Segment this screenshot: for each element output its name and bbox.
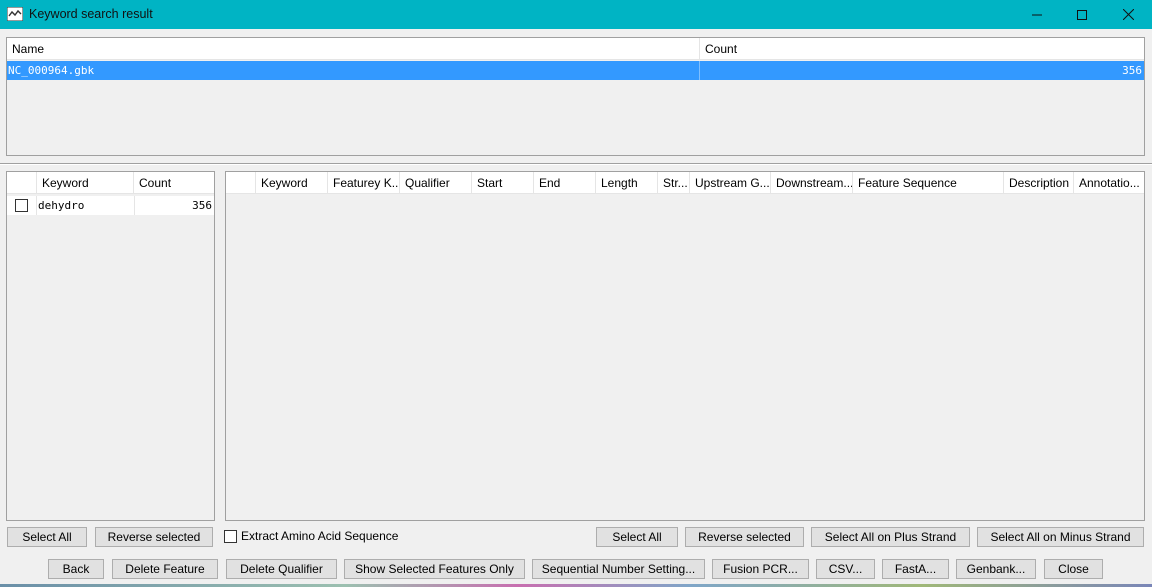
column-header-end[interactable]: End (534, 172, 596, 194)
keyword-count-cell: 356 (192, 199, 212, 212)
column-header-start[interactable]: Start (472, 172, 534, 194)
delete-feature-button[interactable]: Delete Feature (112, 559, 218, 579)
column-header-count[interactable]: Count (700, 38, 1144, 60)
delete-qualifier-button[interactable]: Delete Qualifier (226, 559, 337, 579)
minimize-button[interactable] (1014, 0, 1060, 29)
column-header-strand[interactable]: Str... (658, 172, 690, 194)
column-header-feature-sequence[interactable]: Feature Sequence (853, 172, 1004, 194)
column-header-length[interactable]: Length (596, 172, 658, 194)
extract-amino-label: Extract Amino Acid Sequence (241, 529, 399, 543)
column-header-annotation[interactable]: Annotatio... (1074, 172, 1144, 194)
file-name-cell: NC_000964.gbk (8, 64, 95, 77)
column-header-check[interactable] (226, 172, 256, 194)
files-table: Name Count NC_000964.gbk 356 (6, 37, 1145, 156)
show-selected-features-button[interactable]: Show Selected Features Only (344, 559, 525, 579)
select-all-keywords-button[interactable]: Select All (7, 527, 87, 547)
column-divider (36, 196, 37, 215)
column-header-name[interactable]: Name (7, 38, 700, 60)
minimize-icon (1032, 10, 1042, 20)
column-header-keyword[interactable]: Keyword (256, 172, 328, 194)
files-table-header: Name Count (7, 38, 1144, 60)
maximize-button[interactable] (1059, 0, 1105, 29)
csv-button[interactable]: CSV... (816, 559, 875, 579)
app-logo-icon (6, 6, 24, 22)
keyword-table-header: Keyword Count (7, 172, 214, 194)
reverse-selected-features-button[interactable]: Reverse selected (685, 527, 804, 547)
column-header-upstream[interactable]: Upstream G... (690, 172, 771, 194)
back-button[interactable]: Back (48, 559, 104, 579)
title-bar: Keyword search result (0, 0, 1152, 29)
feature-table: Keyword Featurey K... Qualifier Start En… (225, 171, 1145, 521)
window-title: Keyword search result (29, 7, 153, 21)
fusion-pcr-button[interactable]: Fusion PCR... (712, 559, 809, 579)
select-all-plus-strand-button[interactable]: Select All on Plus Strand (811, 527, 970, 547)
file-count-cell: 356 (1122, 64, 1142, 77)
column-header-downstream[interactable]: Downstream... (771, 172, 853, 194)
close-button[interactable]: Close (1044, 559, 1103, 579)
close-icon (1122, 9, 1134, 20)
select-all-minus-strand-button[interactable]: Select All on Minus Strand (977, 527, 1144, 547)
reverse-selected-keywords-button[interactable]: Reverse selected (95, 527, 213, 547)
genbank-button[interactable]: Genbank... (956, 559, 1036, 579)
close-window-button[interactable] (1105, 0, 1151, 29)
table-row[interactable]: dehydro 356 (7, 196, 214, 215)
column-header-feature-key[interactable]: Featurey K... (328, 172, 400, 194)
column-header-count[interactable]: Count (134, 172, 214, 194)
sequential-number-setting-button[interactable]: Sequential Number Setting... (532, 559, 705, 579)
column-header-description[interactable]: Description (1004, 172, 1074, 194)
column-header-check[interactable] (7, 172, 37, 194)
select-all-features-button[interactable]: Select All (596, 527, 678, 547)
fasta-button[interactable]: FastA... (882, 559, 949, 579)
keyword-cell: dehydro (38, 199, 85, 212)
column-header-keyword[interactable]: Keyword (37, 172, 134, 194)
feature-table-header: Keyword Featurey K... Qualifier Start En… (226, 172, 1144, 194)
splitter[interactable] (0, 163, 1152, 165)
maximize-icon (1077, 9, 1087, 20)
column-header-qualifier[interactable]: Qualifier (400, 172, 472, 194)
table-row[interactable]: NC_000964.gbk 356 (7, 61, 1144, 80)
keyword-checkbox[interactable] (15, 199, 28, 212)
extract-amino-checkbox[interactable] (224, 530, 237, 543)
keyword-table: Keyword Count dehydro 356 (6, 171, 215, 521)
